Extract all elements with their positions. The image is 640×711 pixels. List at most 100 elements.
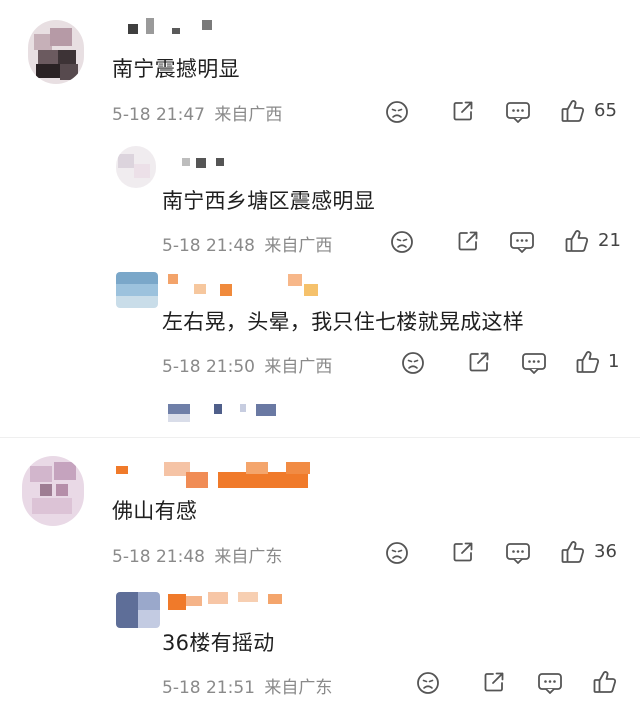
reply-avatar[interactable] <box>116 592 160 628</box>
avatar[interactable] <box>28 20 84 84</box>
reply-time: 5-18 21:51 <box>162 678 255 698</box>
reply-location: 来自广西 <box>264 236 333 256</box>
reply-time: 5-18 21:48 <box>162 236 255 256</box>
thumbs-up-icon[interactable] <box>560 98 586 124</box>
username-pixel <box>186 596 202 606</box>
username-pixel <box>246 462 268 474</box>
comment-icon[interactable] <box>505 100 531 124</box>
username-pixel <box>128 24 138 34</box>
comment-time: 5-18 21:47 <box>112 105 205 125</box>
reply-meta: 5-18 21:51 来自广东 <box>162 673 332 698</box>
avatar-pixel <box>118 154 134 168</box>
share-icon[interactable] <box>456 229 480 253</box>
avatar-pixel <box>116 592 138 628</box>
username-pixel <box>268 594 282 604</box>
like-count: 21 <box>598 230 621 251</box>
more-replies-pixel <box>214 404 222 414</box>
username-pixel <box>288 274 302 286</box>
username-pixel <box>182 158 190 166</box>
avatar-pixel <box>32 498 72 514</box>
share-icon[interactable] <box>451 540 475 564</box>
comment-icon[interactable] <box>505 541 531 565</box>
comment-text: 南宁震撼明显 <box>112 57 240 81</box>
thumbs-up-icon[interactable] <box>564 228 590 254</box>
avatar-pixel <box>58 50 76 64</box>
more-replies-pixel <box>168 404 190 414</box>
avatar-pixel <box>38 50 58 64</box>
username-pixel <box>194 284 206 294</box>
username-blurred[interactable] <box>168 274 328 298</box>
comment-divider <box>0 437 640 438</box>
reply-time: 5-18 21:50 <box>162 357 255 377</box>
username-pixel <box>146 18 154 34</box>
avatar-pixel <box>138 592 160 610</box>
sad-face-icon[interactable] <box>390 230 414 254</box>
avatar-pixel <box>36 64 60 78</box>
comment-meta: 5-18 21:48 来自广东 <box>112 542 282 567</box>
comment-icon[interactable] <box>537 671 563 695</box>
avatar-pixel <box>50 28 72 46</box>
avatar-pixel <box>60 64 78 80</box>
more-replies-pixel <box>168 414 190 422</box>
username-blurred[interactable] <box>168 592 298 612</box>
share-icon[interactable] <box>482 670 506 694</box>
more-replies-pixel <box>256 404 276 416</box>
reply-meta: 5-18 21:50 来自广西 <box>162 352 332 377</box>
sad-face-icon[interactable] <box>401 351 425 375</box>
comment-location: 来自广东 <box>214 547 283 567</box>
comment-meta: 5-18 21:47 来自广西 <box>112 100 282 125</box>
avatar-pixel <box>134 164 150 178</box>
username-pixel <box>304 284 318 296</box>
more-replies-pixel <box>240 404 246 412</box>
like-count: 36 <box>594 541 617 562</box>
username-blurred[interactable] <box>128 18 248 34</box>
share-icon[interactable] <box>451 99 475 123</box>
username-pixel <box>286 462 310 474</box>
avatar-pixel <box>56 484 68 496</box>
username-pixel <box>202 20 212 30</box>
avatar-pixel <box>116 272 158 284</box>
username-blurred[interactable] <box>182 156 242 168</box>
share-icon[interactable] <box>467 350 491 374</box>
thumbs-up-icon[interactable] <box>560 539 586 565</box>
sad-face-icon[interactable] <box>385 541 409 565</box>
avatar-pixel <box>138 610 160 628</box>
reply-avatar[interactable] <box>116 146 156 188</box>
thumbs-up-icon[interactable] <box>592 669 618 695</box>
sad-face-icon[interactable] <box>385 100 409 124</box>
reply-location: 来自广东 <box>264 678 333 698</box>
username-pixel <box>168 274 178 284</box>
reply-text: 左右晃，头晕，我只住七楼就晃成这样 <box>162 310 525 334</box>
like-count: 1 <box>608 351 620 372</box>
comment-icon[interactable] <box>509 230 535 254</box>
username-pixel <box>216 158 224 166</box>
comment-text: 佛山有感 <box>112 499 198 523</box>
sad-face-icon[interactable] <box>416 671 440 695</box>
username-pixel <box>238 592 258 602</box>
username-blurred[interactable] <box>116 462 316 488</box>
reply-location: 来自广西 <box>264 357 333 377</box>
username-pixel <box>172 28 180 34</box>
username-pixel <box>218 472 308 488</box>
reply-text: 南宁西乡塘区震感明显 <box>162 189 375 213</box>
username-pixel <box>196 158 206 168</box>
username-pixel <box>186 472 208 488</box>
avatar-pixel <box>116 284 158 296</box>
thumbs-up-icon[interactable] <box>575 349 601 375</box>
reply-avatar[interactable] <box>116 272 158 308</box>
like-count: 65 <box>594 100 617 121</box>
username-pixel <box>208 592 228 604</box>
reply-text: 36楼有摇动 <box>162 631 275 655</box>
avatar[interactable] <box>22 456 84 526</box>
comment-icon[interactable] <box>521 351 547 375</box>
avatar-pixel <box>54 462 76 480</box>
username-pixel <box>220 284 232 296</box>
reply-meta: 5-18 21:48 来自广西 <box>162 231 332 256</box>
avatar-pixel <box>116 296 158 308</box>
username-pixel <box>116 466 128 474</box>
avatar-pixel <box>40 484 52 496</box>
avatar-pixel <box>30 466 52 482</box>
username-pixel <box>168 594 186 610</box>
more-replies-blurred[interactable] <box>168 402 278 422</box>
comment-location: 来自广西 <box>214 105 283 125</box>
